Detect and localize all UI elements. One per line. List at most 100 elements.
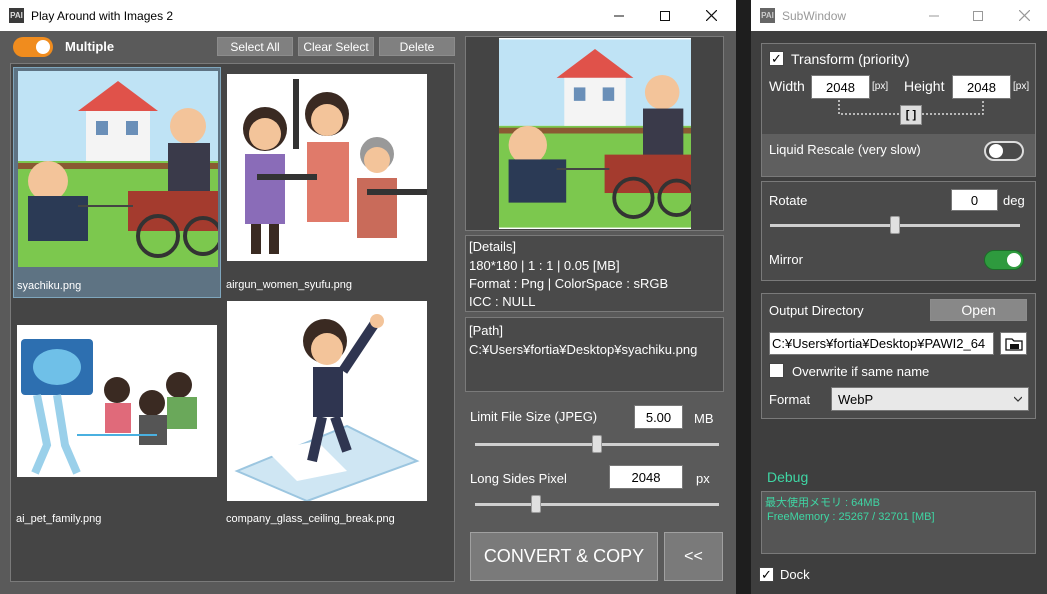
dock-label: Dock (780, 567, 810, 582)
multiple-toggle[interactable] (13, 37, 53, 57)
airgun-women-illustration (243, 79, 427, 254)
sub-window-title: SubWindow (782, 9, 847, 23)
minimize-button[interactable] (596, 0, 642, 31)
rotate-panel: Rotate 0 deg Mirror (761, 181, 1036, 281)
collapse-button[interactable]: << (664, 532, 723, 581)
transform-label: Transform (priority) (791, 51, 910, 67)
thumbnail-name: company_glass_ceiling_break.png (226, 513, 395, 525)
details-size: 180*180 | 1 : 1 | 0.05 [MB] (469, 258, 620, 273)
thumbnail-image (227, 74, 427, 261)
main-window: PAI Play Around with Images 2 Multiple S… (0, 0, 736, 594)
debug-memory-max: 最大使用メモリ : 64MB (765, 497, 880, 509)
sub-minimize-button[interactable] (911, 0, 957, 31)
browse-folder-button[interactable] (1000, 332, 1027, 355)
rotate-label: Rotate (769, 193, 808, 208)
details-header: [Details] (469, 239, 516, 254)
path-value: C:¥Users¥fortia¥Desktop¥syachiku.png (469, 342, 698, 357)
main-titlebar[interactable]: PAI Play Around with Images 2 (0, 0, 736, 31)
minimize-icon (929, 15, 939, 16)
path-panel: [Path] C:¥Users¥fortia¥Desktop¥syachiku.… (465, 317, 724, 392)
ai-pet-family-illustration (21, 339, 197, 475)
close-button[interactable] (688, 0, 734, 31)
toggle-knob (36, 40, 50, 54)
thumbnail-card[interactable]: ai_pet_family.png (13, 301, 221, 532)
preview-panel (465, 36, 724, 231)
open-button[interactable]: Open (930, 299, 1027, 321)
output-directory-label: Output Directory (769, 303, 864, 318)
thumbnail-card[interactable]: syachiku.png (13, 67, 221, 298)
rotate-input[interactable]: 0 (951, 189, 998, 211)
height-label: Height (904, 78, 945, 94)
chevron-down-icon (1014, 396, 1022, 402)
limit-file-size-slider[interactable] (592, 435, 602, 453)
output-panel: Output Directory Open C:¥Users¥fortia¥De… (761, 293, 1036, 419)
minimize-icon (614, 15, 624, 16)
sub-titlebar[interactable]: PAI SubWindow (751, 0, 1047, 31)
limit-file-size-unit: MB (694, 411, 714, 426)
thumbnail-image (227, 301, 427, 501)
format-select[interactable]: WebP (831, 387, 1029, 411)
liquid-rescale-label: Liquid Rescale (very slow) (769, 142, 921, 157)
sub-window: PAI SubWindow ✓ Transform (priority) Wid… (751, 0, 1047, 594)
glass-ceiling-illustration (234, 314, 420, 501)
close-icon (705, 10, 717, 21)
path-header: [Path] (469, 323, 503, 338)
long-sides-unit: px (696, 471, 710, 486)
transform-panel: ✓ Transform (priority) Width 2048 [px] H… (761, 43, 1036, 177)
sub-maximize-button[interactable] (955, 0, 1001, 31)
width-unit: [px] (872, 81, 889, 92)
maximize-icon (973, 10, 983, 21)
format-value: WebP (838, 391, 874, 407)
sub-close-button[interactable] (1001, 0, 1047, 31)
thumbnail-name: airgun_women_syufu.png (226, 279, 352, 291)
multiple-label: Multiple (65, 39, 115, 54)
mirror-toggle[interactable] (984, 250, 1024, 270)
thumbnail-image (17, 325, 217, 477)
aspect-lock-button[interactable]: [ ] (900, 105, 922, 125)
details-panel: [Details] 180*180 | 1 : 1 | 0.05 [MB] Fo… (465, 235, 724, 312)
folder-icon (1004, 337, 1023, 351)
convert-copy-button[interactable]: CONVERT & COPY (470, 532, 658, 581)
thumbnail-name: syachiku.png (17, 280, 82, 292)
height-unit: [px] (1013, 81, 1030, 92)
mirror-label: Mirror (769, 252, 803, 267)
maximize-icon (660, 10, 670, 21)
liquid-rescale-toggle[interactable] (984, 141, 1024, 161)
dock-checkbox[interactable]: ✓ (759, 567, 774, 582)
preview-image (499, 38, 691, 229)
long-sides-slider[interactable] (531, 495, 541, 513)
debug-label: Debug (767, 469, 809, 485)
delete-button[interactable]: Delete (379, 37, 455, 56)
limit-file-size-input[interactable]: 5.00 (634, 405, 683, 429)
thumbnail-card[interactable]: company_glass_ceiling_break.png (223, 301, 431, 532)
thumbnail-grid[interactable]: syachiku.png airgun_women_syufu.png ai_p… (10, 63, 455, 582)
width-input[interactable]: 2048 (811, 75, 870, 99)
width-label: Width (769, 78, 805, 94)
close-icon (1018, 10, 1030, 21)
debug-free-memory: FreeMemory : 25267 / 32701 [MB] (767, 511, 935, 523)
long-sides-label: Long Sides Pixel (470, 471, 567, 486)
toggle-knob (1007, 253, 1021, 267)
liquid-rescale-row: Liquid Rescale (very slow) (762, 134, 1035, 176)
long-sides-track[interactable] (475, 503, 719, 506)
height-input[interactable]: 2048 (952, 75, 1011, 99)
select-all-button[interactable]: Select All (217, 37, 293, 56)
maximize-button[interactable] (642, 0, 688, 31)
thumbnail-name: ai_pet_family.png (16, 513, 102, 525)
toggle-knob (989, 144, 1003, 158)
sub-app-icon: PAI (760, 8, 775, 23)
debug-panel: 最大使用メモリ : 64MB FreeMemory : 25267 / 3270… (761, 491, 1036, 554)
overwrite-label: Overwrite if same name (792, 364, 930, 379)
limit-file-size-label: Limit File Size (JPEG) (470, 409, 598, 424)
rotate-slider[interactable] (890, 216, 900, 234)
transform-checkbox[interactable]: ✓ (769, 51, 784, 66)
syachiku-preview-illustration (499, 39, 691, 228)
clear-select-button[interactable]: Clear Select (298, 37, 374, 56)
thumbnail-image (18, 71, 218, 267)
long-sides-input[interactable]: 2048 (609, 465, 683, 489)
output-path-input[interactable]: C:¥Users¥fortia¥Desktop¥PAWI2_64 (769, 332, 994, 355)
overwrite-checkbox[interactable] (769, 363, 784, 378)
details-format: Format : Png | ColorSpace : sRGB (469, 276, 669, 291)
thumbnail-card[interactable]: airgun_women_syufu.png (223, 67, 431, 298)
window-title: Play Around with Images 2 (31, 9, 174, 23)
